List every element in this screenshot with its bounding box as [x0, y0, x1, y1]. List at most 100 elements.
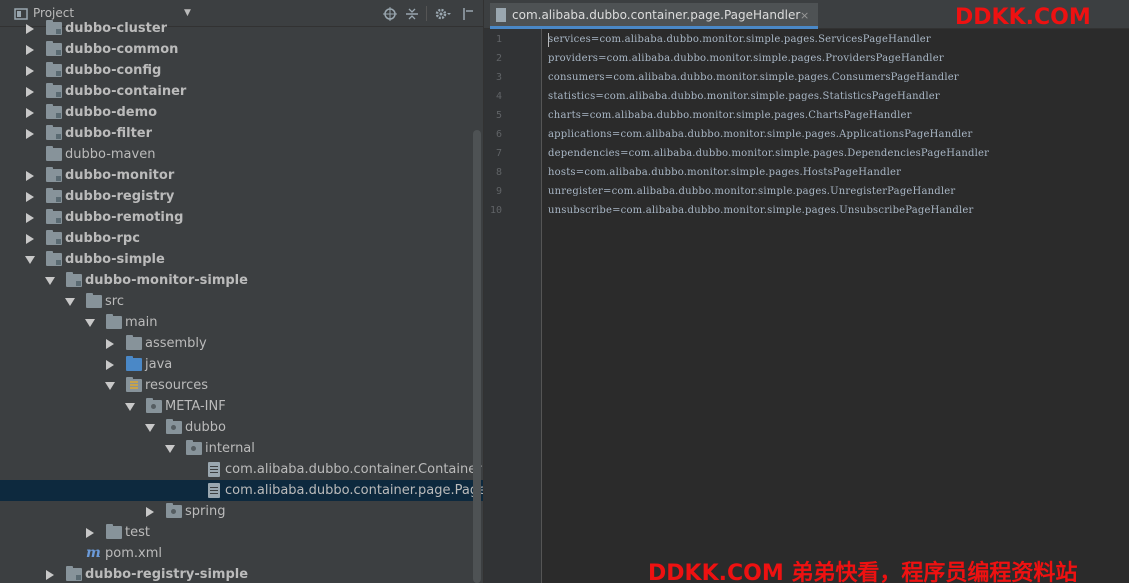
tree-item-label: dubbo-filter	[65, 126, 153, 141]
code-editor[interactable]: services=com.alibaba.dubbo.monitor.simpl…	[543, 29, 1129, 583]
collapse-arrow-icon[interactable]	[26, 108, 34, 118]
tree-item-java[interactable]: java	[0, 354, 483, 375]
tab-pagehandler[interactable]: com.alibaba.dubbo.container.page.PageHan…	[490, 3, 818, 29]
tree-item-label: pom.xml	[105, 546, 162, 561]
line-number: 7	[495, 148, 502, 159]
tree-item-label: dubbo-demo	[65, 105, 158, 120]
tree-item-dubbo-demo[interactable]: dubbo-demo	[0, 102, 483, 123]
module-folder-icon	[46, 104, 62, 119]
code-line: dependencies=com.alibaba.dubbo.monitor.s…	[548, 148, 990, 159]
module-folder-icon	[46, 62, 62, 77]
tree-item-dubbo-registry[interactable]: dubbo-registry	[0, 186, 483, 207]
code-line: consumers=com.alibaba.dubbo.monitor.simp…	[548, 72, 959, 83]
tab-close-icon[interactable]: ×	[800, 3, 809, 26]
tree-item-label: dubbo-container	[65, 84, 187, 99]
tree-item-main[interactable]: main	[0, 312, 483, 333]
module-folder-icon	[46, 167, 62, 182]
editor-area: com.alibaba.dubbo.container.page.PageHan…	[483, 0, 1129, 583]
module-folder-icon	[46, 20, 62, 35]
tree-item-dubbo[interactable]: dubbo	[0, 417, 483, 438]
tree-item-assembly[interactable]: assembly	[0, 333, 483, 354]
collapse-arrow-icon[interactable]	[26, 45, 34, 55]
collapse-arrow-icon[interactable]	[26, 24, 34, 34]
project-panel: Project ▼ dubbo-cluster dubbo-common dubbo…	[0, 0, 483, 583]
tree-item-dubbo-monitor[interactable]: dubbo-monitor	[0, 165, 483, 186]
tree-item-src[interactable]: src	[0, 291, 483, 312]
code-line: hosts=com.alibaba.dubbo.monitor.simple.p…	[548, 167, 902, 178]
code-line: statistics=com.alibaba.dubbo.monitor.sim…	[548, 91, 940, 102]
collapse-arrow-icon[interactable]	[46, 570, 54, 580]
tree-item-meta-inf[interactable]: META-INF	[0, 396, 483, 417]
tree-item-pom-xml[interactable]: m pom.xml	[0, 543, 483, 564]
module-folder-icon	[46, 188, 62, 203]
collapse-arrow-icon[interactable]	[26, 213, 34, 223]
expand-arrow-icon[interactable]	[65, 298, 75, 306]
tree-item-resources[interactable]: resources	[0, 375, 483, 396]
collapse-arrow-icon[interactable]	[86, 528, 94, 538]
line-number: 9	[495, 186, 502, 197]
collapse-arrow-icon[interactable]	[26, 66, 34, 76]
tree-item-label: dubbo-cluster	[65, 21, 168, 36]
expand-arrow-icon[interactable]	[105, 382, 115, 390]
text-file-icon	[208, 483, 220, 498]
expand-arrow-icon[interactable]	[85, 319, 95, 327]
tree-item-label: dubbo-registry-simple	[85, 567, 249, 582]
collapse-arrow-icon[interactable]	[26, 192, 34, 202]
line-number: 3	[495, 72, 502, 83]
tree-item-dubbo-registry-simple[interactable]: dubbo-registry-simple	[0, 564, 483, 583]
tab-label: com.alibaba.dubbo.container.page.PageHan…	[512, 8, 801, 22]
module-folder-icon	[46, 251, 62, 266]
folder-icon	[126, 335, 142, 350]
tree-item-label: spring	[185, 504, 226, 519]
tree-item-label: dubbo-config	[65, 63, 162, 78]
tree-item-dubbo-rpc[interactable]: dubbo-rpc	[0, 228, 483, 249]
folder-icon	[106, 314, 122, 329]
tree-item-com-alibaba-dubbo-container-container[interactable]: com.alibaba.dubbo.container.Container	[0, 459, 483, 480]
collapse-arrow-icon[interactable]	[26, 234, 34, 244]
tree-item-label: dubbo-registry	[65, 189, 175, 204]
tree-item-test[interactable]: test	[0, 522, 483, 543]
tree-item-dubbo-common[interactable]: dubbo-common	[0, 39, 483, 60]
expand-arrow-icon[interactable]	[25, 256, 35, 264]
folder-icon	[86, 293, 102, 308]
expand-arrow-icon[interactable]	[165, 445, 175, 453]
code-line: charts=com.alibaba.dubbo.monitor.simple.…	[548, 110, 912, 121]
line-number-gutter: 1 2 3 4 5 6 7 8 9 10	[484, 29, 542, 583]
tree-item-label: META-INF	[165, 399, 226, 414]
tree-item-dubbo-maven[interactable]: dubbo-maven	[0, 144, 483, 165]
collapse-arrow-icon[interactable]	[26, 87, 34, 97]
module-folder-icon	[46, 41, 62, 56]
module-folder-icon	[66, 566, 82, 581]
tree-item-dubbo-remoting[interactable]: dubbo-remoting	[0, 207, 483, 228]
collapse-arrow-icon[interactable]	[26, 129, 34, 139]
collapse-arrow-icon[interactable]	[26, 171, 34, 181]
tree-item-label: dubbo-maven	[65, 147, 156, 162]
tree-item-dubbo-cluster[interactable]: dubbo-cluster	[0, 18, 483, 39]
expand-arrow-icon[interactable]	[45, 277, 55, 285]
tree-item-dubbo-config[interactable]: dubbo-config	[0, 60, 483, 81]
collapse-arrow-icon[interactable]	[106, 360, 114, 370]
tree-item-dubbo-simple[interactable]: dubbo-simple	[0, 249, 483, 270]
tree-item-spring[interactable]: spring	[0, 501, 483, 522]
package-folder-icon	[166, 419, 182, 434]
watermark-bottom: DDKK.COM 弟弟快看，程序员编程资料站	[648, 561, 1078, 583]
tree-item-label: main	[125, 315, 158, 330]
expand-arrow-icon[interactable]	[145, 424, 155, 432]
collapse-arrow-icon[interactable]	[146, 507, 154, 517]
line-number: 6	[495, 129, 502, 140]
line-number: 1	[495, 34, 502, 45]
tree-scrollbar[interactable]	[473, 130, 481, 583]
tree-item-com-alibaba-dubbo-container-page-pagehan[interactable]: com.alibaba.dubbo.container.page.PageHan	[0, 480, 483, 501]
tree-item-dubbo-monitor-simple[interactable]: dubbo-monitor-simple	[0, 270, 483, 291]
tree-item-internal[interactable]: internal	[0, 438, 483, 459]
tree-item-label: test	[125, 525, 150, 540]
text-file-icon	[496, 8, 506, 22]
tree-item-dubbo-container[interactable]: dubbo-container	[0, 81, 483, 102]
module-folder-icon	[66, 272, 82, 287]
line-number: 10	[489, 205, 502, 216]
tree-item-label: resources	[145, 378, 209, 393]
tree-item-dubbo-filter[interactable]: dubbo-filter	[0, 123, 483, 144]
collapse-arrow-icon[interactable]	[106, 339, 114, 349]
code-line: applications=com.alibaba.dubbo.monitor.s…	[548, 129, 973, 140]
expand-arrow-icon[interactable]	[125, 403, 135, 411]
